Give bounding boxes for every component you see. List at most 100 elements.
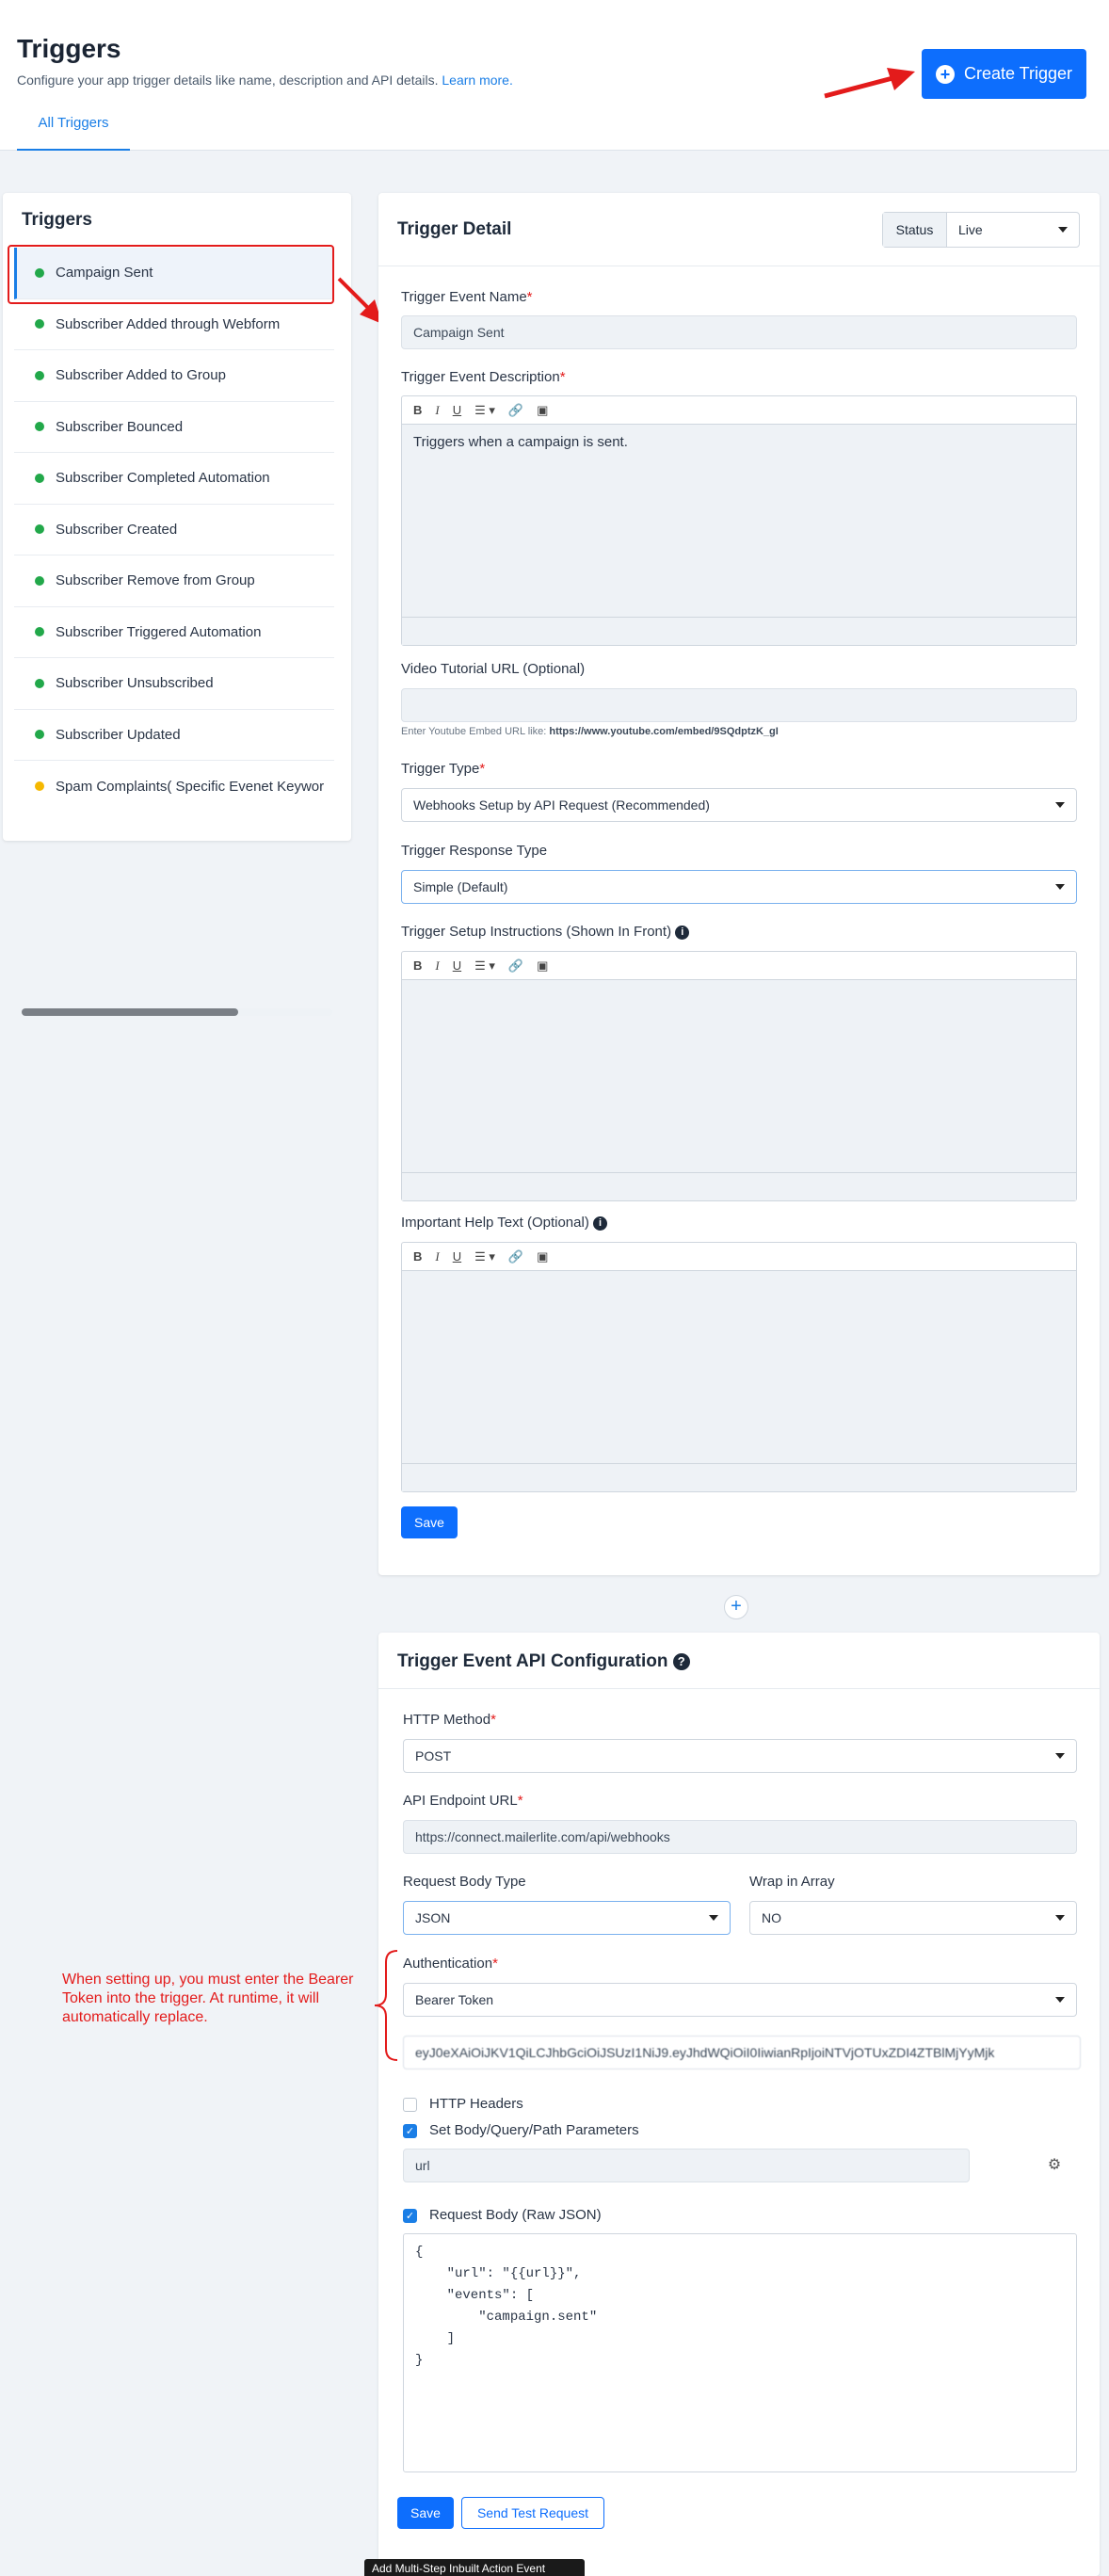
editor-toolbar: B I U ☰ ▾ 🔗 ▣ xyxy=(402,396,1076,425)
link-icon[interactable]: 🔗 xyxy=(508,403,523,418)
learn-more-link[interactable]: Learn more. xyxy=(442,72,512,88)
instructions-text[interactable] xyxy=(402,980,1076,1172)
help-text-editor[interactable]: B I U ☰ ▾ 🔗 ▣ xyxy=(401,1242,1077,1492)
response-type-select[interactable]: Simple (Default) xyxy=(401,870,1077,904)
caret-down-icon xyxy=(1055,1915,1065,1921)
link-icon[interactable]: 🔗 xyxy=(508,958,523,974)
video-url-input[interactable] xyxy=(401,688,1077,722)
send-test-request-button[interactable]: Send Test Request xyxy=(461,2497,604,2529)
help-text[interactable] xyxy=(402,1271,1076,1463)
http-headers-label: HTTP Headers xyxy=(429,2096,523,2112)
scrollbar-thumb[interactable] xyxy=(22,1008,238,1016)
editor-footer xyxy=(402,617,1076,645)
panel-header: Trigger Event API Configuration ? xyxy=(378,1633,1100,1689)
json-line: ] xyxy=(415,2331,456,2346)
italic-icon[interactable]: I xyxy=(435,958,439,974)
save-button[interactable]: Save xyxy=(401,1506,458,1538)
authentication-select[interactable]: Bearer Token xyxy=(403,1983,1077,2017)
status-dot xyxy=(35,422,44,432)
caret-down-icon xyxy=(1058,227,1068,233)
trigger-item[interactable]: Spam Complaints( Specific Evenet Keywor xyxy=(14,761,334,813)
trigger-item[interactable]: Subscriber Created xyxy=(14,505,334,555)
trigger-detail-panel: Trigger Detail Status Live Trigger Event… xyxy=(378,193,1100,1575)
trigger-item[interactable]: Subscriber Added through Webform xyxy=(14,299,334,350)
status-label: Status xyxy=(883,213,947,247)
caret-down-icon xyxy=(709,1915,718,1921)
video-url-label: Video Tutorial URL (Optional) xyxy=(401,661,586,677)
http-headers-checkbox[interactable] xyxy=(403,2098,417,2112)
underline-icon[interactable]: U xyxy=(453,403,461,417)
trigger-type-label: Trigger Type* xyxy=(401,761,486,777)
trigger-item[interactable]: Subscriber Remove from Group xyxy=(14,555,334,607)
panel-title: Trigger Event API Configuration ? xyxy=(397,1651,690,1672)
body-type-select[interactable]: JSON xyxy=(403,1901,731,1935)
instructions-label: Trigger Setup Instructions (Shown In Fro… xyxy=(401,924,690,940)
api-config-panel: Trigger Event API Configuration ? HTTP M… xyxy=(378,1633,1100,2576)
trigger-type-select[interactable]: Webhooks Setup by API Request (Recommend… xyxy=(401,788,1077,822)
wrap-array-label: Wrap in Array xyxy=(749,1874,835,1890)
plus-circle-icon: + xyxy=(935,64,955,84)
list-icon[interactable]: ☰ ▾ xyxy=(474,403,495,418)
param-input[interactable]: url xyxy=(403,2149,970,2182)
trigger-item[interactable]: Subscriber Completed Automation xyxy=(14,453,334,505)
raw-json-checkbox[interactable]: ✓ xyxy=(403,2209,417,2223)
caret-down-icon xyxy=(1055,802,1065,808)
wrap-array-select[interactable]: NO xyxy=(749,1901,1077,1935)
set-params-checkbox[interactable]: ✓ xyxy=(403,2124,417,2138)
bearer-token-input[interactable]: eyJ0eXAiOiJKV1QiLCJhbGciOiJSUzI1NiJ9.eyJ… xyxy=(403,2036,1081,2069)
image-icon[interactable]: ▣ xyxy=(537,1249,548,1264)
status-select[interactable]: Status Live xyxy=(882,212,1080,248)
image-icon[interactable]: ▣ xyxy=(537,958,548,974)
status-dot xyxy=(35,730,44,740)
authentication-label: Authentication* xyxy=(403,1956,498,1972)
status-dot xyxy=(35,370,44,380)
italic-icon[interactable]: I xyxy=(435,403,439,418)
raw-json-editor[interactable]: { "url": "{{url}}", "events": [ "campaig… xyxy=(403,2233,1077,2472)
tab-all-triggers[interactable]: All Triggers xyxy=(17,111,130,151)
bold-icon[interactable]: B xyxy=(413,958,422,973)
status-dot xyxy=(35,575,44,586)
http-method-label: HTTP Method* xyxy=(403,1712,496,1728)
help-text-label: Important Help Text (Optional) i xyxy=(401,1215,607,1231)
editor-footer xyxy=(402,1463,1076,1491)
description-label: Trigger Event Description* xyxy=(401,369,566,385)
trigger-item[interactable]: Subscriber Bounced xyxy=(14,402,334,453)
italic-icon[interactable]: I xyxy=(435,1249,439,1264)
list-icon[interactable]: ☰ ▾ xyxy=(474,1249,495,1264)
info-icon: i xyxy=(592,1216,607,1231)
http-method-select[interactable]: POST xyxy=(403,1739,1077,1773)
json-line: "url": "{{url}}", xyxy=(415,2266,582,2281)
video-url-hint: Enter Youtube Embed URL like: https://ww… xyxy=(401,726,779,737)
instructions-editor[interactable]: B I U ☰ ▾ 🔗 ▣ xyxy=(401,951,1077,1201)
help-icon: ? xyxy=(672,1652,690,1670)
status-dot xyxy=(35,678,44,688)
horizontal-scrollbar[interactable] xyxy=(22,1008,332,1016)
bold-icon[interactable]: B xyxy=(413,1249,422,1264)
caret-down-icon xyxy=(1055,884,1065,890)
create-trigger-button[interactable]: + Create Trigger xyxy=(922,49,1086,99)
description-editor[interactable]: B I U ☰ ▾ 🔗 ▣ Triggers when a campaign i… xyxy=(401,395,1077,646)
page-title: Triggers xyxy=(17,34,121,63)
status-dot xyxy=(35,781,44,792)
trigger-item[interactable]: Subscriber Added to Group xyxy=(14,350,334,402)
bold-icon[interactable]: B xyxy=(413,403,422,417)
add-step-button[interactable]: + xyxy=(724,1595,748,1619)
trigger-item[interactable]: Subscriber Updated xyxy=(14,710,334,761)
status-dot xyxy=(35,627,44,637)
underline-icon[interactable]: U xyxy=(453,958,461,973)
list-icon[interactable]: ☰ ▾ xyxy=(474,958,495,974)
response-type-label: Trigger Response Type xyxy=(401,843,548,859)
underline-icon[interactable]: U xyxy=(453,1249,461,1264)
event-name-label: Trigger Event Name* xyxy=(401,289,533,305)
endpoint-url-input[interactable]: https://connect.mailerlite.com/api/webho… xyxy=(403,1820,1077,1854)
image-icon[interactable]: ▣ xyxy=(537,403,548,418)
gear-icon[interactable]: ⚙ xyxy=(1043,2154,1066,2177)
trigger-item[interactable]: Subscriber Unsubscribed xyxy=(14,658,334,710)
api-save-button[interactable]: Save xyxy=(397,2497,454,2529)
link-icon[interactable]: 🔗 xyxy=(508,1249,523,1264)
caret-down-icon xyxy=(1055,1997,1065,2003)
description-text[interactable]: Triggers when a campaign is sent. xyxy=(402,425,1076,617)
event-name-input[interactable]: Campaign Sent xyxy=(401,315,1077,349)
json-line: "campaign.sent" xyxy=(415,2310,598,2325)
trigger-item[interactable]: Subscriber Triggered Automation xyxy=(14,607,334,658)
